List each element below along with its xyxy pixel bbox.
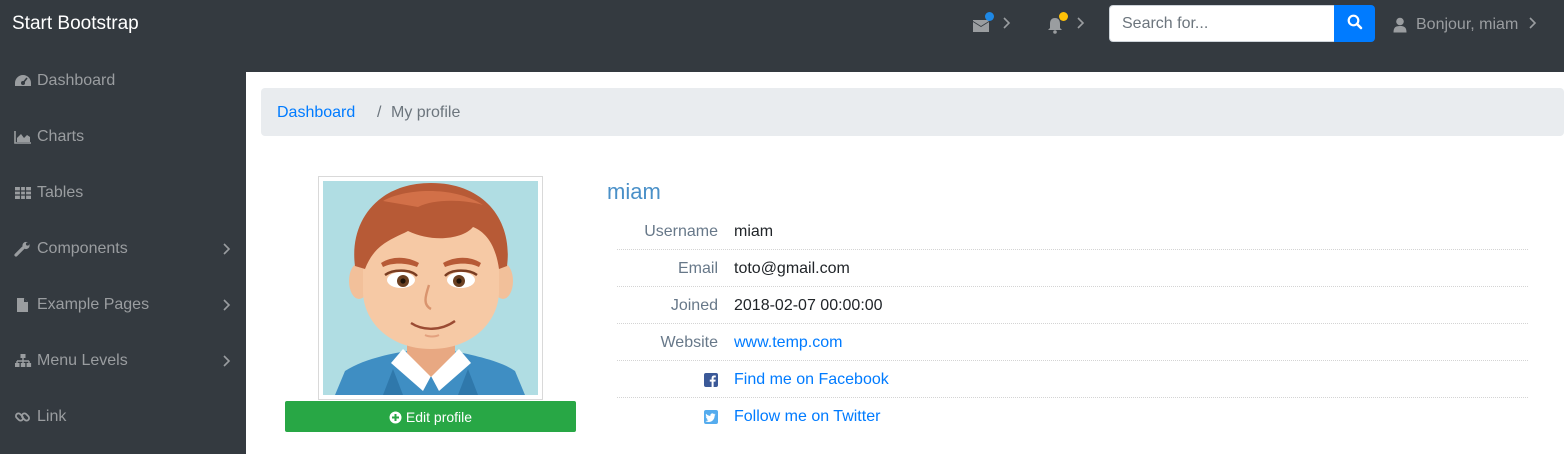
- twitter-icon: [704, 410, 718, 424]
- sidebar-item-label: Tables: [37, 184, 84, 201]
- top-navbar: Start Bootstrap Bonj: [0, 0, 1564, 50]
- row-value: toto@gmail.com: [734, 260, 850, 277]
- navbar-brand[interactable]: Start Bootstrap: [12, 13, 139, 35]
- sidebar-item-label: Menu Levels: [37, 352, 128, 369]
- profile-row-joined: Joined 2018-02-07 00:00:00: [617, 287, 1528, 324]
- sidebar-item-menu-levels[interactable]: Menu Levels: [0, 333, 246, 389]
- sidebar-item-charts[interactable]: Charts: [0, 109, 246, 165]
- file-icon: [17, 298, 28, 312]
- user-icon: [1393, 17, 1407, 33]
- chevron-right-icon: [1077, 17, 1085, 29]
- sidebar-item-label: Charts: [37, 128, 85, 145]
- sidebar-item-tables[interactable]: Tables: [0, 165, 246, 221]
- breadcrumb-link-dashboard[interactable]: Dashboard: [277, 104, 355, 122]
- sidebar-item-label: Link: [37, 408, 67, 425]
- main-content: Dashboard / My profile Edit profile miam…: [246, 72, 1564, 454]
- row-label: Email: [677, 260, 718, 277]
- profile-row-twitter: Follow me on Twitter: [617, 398, 1528, 435]
- alerts-badge: [1059, 12, 1068, 21]
- chevron-right-icon: [1529, 17, 1537, 29]
- chevron-right-icon: [223, 355, 231, 367]
- row-value: 2018-02-07 00:00:00: [734, 297, 883, 314]
- sidebar-item-components[interactable]: Components: [0, 221, 246, 277]
- profile-name: miam: [607, 179, 661, 204]
- sidebar: Dashboard Charts Tables Components Examp: [0, 53, 246, 454]
- row-value: miam: [734, 223, 774, 240]
- row-label: Username: [644, 223, 718, 240]
- sidebar-item-dashboard[interactable]: Dashboard: [0, 53, 246, 109]
- breadcrumb: Dashboard / My profile: [261, 88, 1564, 136]
- profile-row-username: Username miam: [617, 213, 1528, 250]
- search-button[interactable]: [1334, 5, 1375, 42]
- profile-row-facebook: Find me on Facebook: [617, 361, 1528, 398]
- search-icon: [1347, 14, 1362, 30]
- chevron-right-icon: [1003, 17, 1011, 29]
- sidebar-item-example-pages[interactable]: Example Pages: [0, 277, 246, 333]
- edit-profile-label: Edit profile: [405, 409, 473, 425]
- messages-badge: [985, 12, 994, 21]
- twitter-link[interactable]: Follow me on Twitter: [734, 408, 880, 426]
- sidebar-item-label: Dashboard: [37, 72, 116, 89]
- row-label: Joined: [670, 297, 718, 314]
- sitemap-icon: [15, 354, 32, 367]
- cartoon-avatar: [323, 181, 538, 395]
- facebook-link[interactable]: Find me on Facebook: [734, 371, 889, 389]
- edit-profile-button[interactable]: Edit profile: [285, 401, 576, 432]
- chevron-right-icon: [223, 299, 231, 311]
- row-label: Website: [660, 334, 718, 351]
- sidebar-item-label: Components: [37, 240, 128, 257]
- breadcrumb-current: My profile: [391, 104, 461, 121]
- table-icon: [15, 187, 31, 199]
- user-greeting: Bonjour, miam: [1416, 16, 1519, 33]
- area-chart-icon: [14, 131, 31, 144]
- breadcrumb-separator: /: [377, 104, 382, 121]
- sidebar-item-link[interactable]: Link: [0, 389, 246, 445]
- profile-row-website: Website www.temp.com: [617, 324, 1528, 361]
- profile-row-email: Email toto@gmail.com: [617, 250, 1528, 287]
- link-icon: [15, 412, 30, 422]
- alerts-dropdown[interactable]: [1046, 12, 1070, 36]
- avatar: [318, 176, 543, 400]
- chevron-right-icon: [223, 243, 231, 255]
- website-link[interactable]: www.temp.com: [734, 334, 842, 352]
- plus-circle-icon: [389, 411, 402, 424]
- sidebar-item-label: Example Pages: [37, 296, 150, 313]
- search-form: [1109, 5, 1375, 42]
- tachometer-icon: [15, 75, 31, 86]
- facebook-icon: [704, 373, 718, 387]
- search-input[interactable]: [1109, 5, 1335, 42]
- messages-dropdown[interactable]: [972, 12, 996, 36]
- wrench-icon: [14, 241, 30, 257]
